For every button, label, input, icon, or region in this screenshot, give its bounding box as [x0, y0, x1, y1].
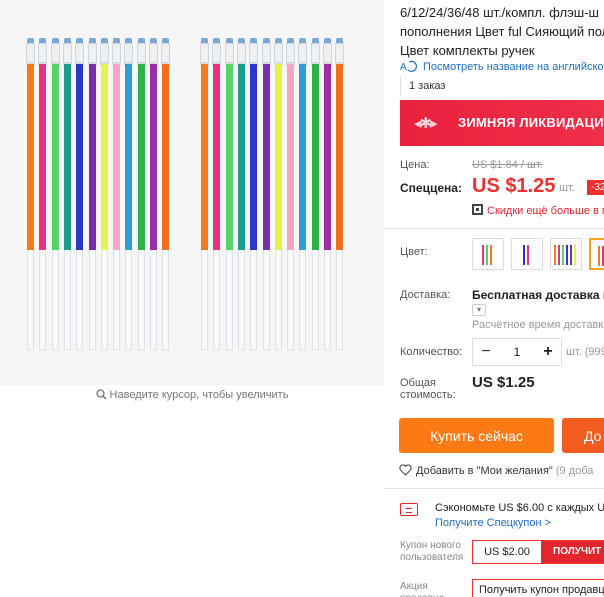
price-label: Цена:	[400, 159, 430, 171]
swatch-stroke	[554, 245, 556, 265]
swatch-stroke	[570, 245, 572, 265]
pen-refill	[112, 38, 122, 352]
swatch-stroke	[566, 245, 568, 265]
pen-refill	[26, 38, 35, 352]
total-label: Общая стоимость:	[400, 377, 456, 401]
new-user-coupon: US $2.00 ПОЛУЧИТ	[472, 540, 604, 564]
snowflake-icon: ◂✱▸	[414, 115, 438, 132]
pen-refill	[224, 38, 234, 352]
product-title: 6/12/24/36/48 шт./компл. флэш-ш пополнен…	[400, 5, 604, 58]
wishlist-text: Добавить в "Мои желания"	[416, 465, 553, 477]
pen-refill	[99, 38, 109, 352]
swatch-stroke	[523, 245, 525, 265]
shipping-value: Бесплатная доставка в Ru	[472, 288, 604, 302]
seller-promo-label: Акция продавца	[400, 581, 444, 597]
pen-refill	[75, 38, 85, 352]
zoom-hint: Наведите курсор, чтобы увеличить	[0, 389, 384, 401]
pen-refill	[286, 38, 296, 352]
pen-refill	[273, 38, 283, 352]
add-to-cart-button[interactable]: До	[562, 418, 604, 453]
color-label: Цвет:	[400, 246, 428, 258]
pen-refill	[200, 38, 209, 352]
svg-text:A: A	[400, 62, 407, 73]
coupon-amount: US $2.00	[484, 546, 530, 558]
pen-refill	[212, 38, 222, 352]
divider	[384, 228, 604, 229]
pen-refill	[87, 38, 97, 352]
banner-text: ЗИМНЯЯ ЛИКВИДАЦИЯ	[458, 115, 604, 130]
swatch-stroke	[486, 245, 488, 265]
zoom-hint-text: Наведите курсор, чтобы увеличить	[109, 389, 289, 401]
pen-refill	[136, 38, 146, 352]
color-swatch-3[interactable]	[550, 238, 582, 270]
magnifier-icon	[95, 389, 107, 400]
new-user-coupon-label: Купон нового пользователя	[400, 540, 464, 563]
sale-price-label: Спеццена:	[400, 181, 462, 195]
color-swatch-4[interactable]	[589, 238, 604, 270]
pen-refill	[236, 38, 246, 352]
buy-now-button[interactable]: Купить сейчас	[399, 418, 554, 453]
quantity-decrease-button[interactable]: −	[473, 339, 499, 365]
total-value: US $1.25	[472, 374, 535, 391]
more-discounts-text: Скидки ещё больше в п	[487, 205, 604, 217]
coupon-icon	[400, 503, 418, 516]
coupon-savings-text: Сэкономьте US $6.00 с каждых US	[435, 502, 604, 514]
sale-price: US $1.25	[472, 175, 556, 197]
more-discounts-link[interactable]: Скидки ещё больше в п	[472, 204, 604, 217]
pen-refill	[149, 38, 158, 352]
swatch-stroke	[527, 245, 529, 265]
quantity-increase-button[interactable]: +	[535, 339, 561, 365]
pen-refill	[310, 38, 320, 352]
per-unit-label: / шт.	[553, 182, 575, 194]
old-price: US $1.84 / шт.	[472, 159, 543, 171]
swatch-stroke	[598, 246, 600, 266]
divider	[384, 488, 604, 489]
shipping-label: Доставка:	[400, 289, 451, 301]
pen-refill	[323, 38, 332, 352]
wishlist-count: (9 доба	[555, 465, 594, 477]
add-to-wishlist-link[interactable]: Добавить в "Мои желания" (9 доба	[399, 464, 593, 477]
swatch-stroke	[574, 245, 576, 265]
get-coupon-button[interactable]: ПОЛУЧИТ	[541, 541, 604, 563]
heart-icon	[399, 464, 412, 476]
quantity-input[interactable]: 1	[499, 339, 535, 365]
pen-refill	[62, 38, 72, 352]
product-photo[interactable]	[0, 0, 384, 385]
orders-count: 1 заказ	[400, 77, 445, 95]
delivery-time: Расчётное время доставки	[472, 319, 604, 331]
swatch-stroke	[490, 245, 492, 265]
swatch-stroke	[562, 245, 564, 265]
winter-sale-banner[interactable]: ◂✱▸ ЗИМНЯЯ ЛИКВИДАЦИЯ	[400, 100, 604, 146]
get-coupon-link[interactable]: Получите Спецкупон >	[435, 517, 551, 529]
product-info-panel: 6/12/24/36/48 шт./компл. флэш-ш пополнен…	[384, 0, 604, 597]
color-swatch-2[interactable]	[511, 238, 543, 270]
pen-refill	[161, 38, 171, 352]
pen-refill	[124, 38, 134, 352]
seller-coupon-button[interactable]: Получить купон продавц	[472, 579, 604, 597]
chevron-down-icon[interactable]: ▾	[472, 304, 486, 316]
quantity-label: Количество:	[400, 346, 463, 358]
stock-available: шт. (999	[566, 346, 604, 358]
quantity-stepper: − 1 +	[472, 338, 562, 366]
color-swatch-1[interactable]	[472, 238, 504, 270]
pen-refill	[38, 38, 48, 352]
product-gallery: Наведите курсор, чтобы увеличить	[0, 0, 384, 597]
translate-link-text: Посмотреть название на английско	[423, 61, 604, 73]
pen-refill	[261, 38, 271, 352]
discount-badge: -32	[587, 180, 604, 195]
swatch-stroke	[558, 245, 560, 265]
qr-code-icon	[472, 204, 483, 215]
translate-icon: A	[400, 60, 417, 73]
pen-refill	[335, 38, 345, 352]
swatch-stroke	[482, 245, 484, 265]
pen-refill	[298, 38, 308, 352]
pen-refill	[50, 38, 60, 352]
pen-refill	[249, 38, 259, 352]
translate-title-link[interactable]: A Посмотреть название на английско	[400, 59, 604, 73]
